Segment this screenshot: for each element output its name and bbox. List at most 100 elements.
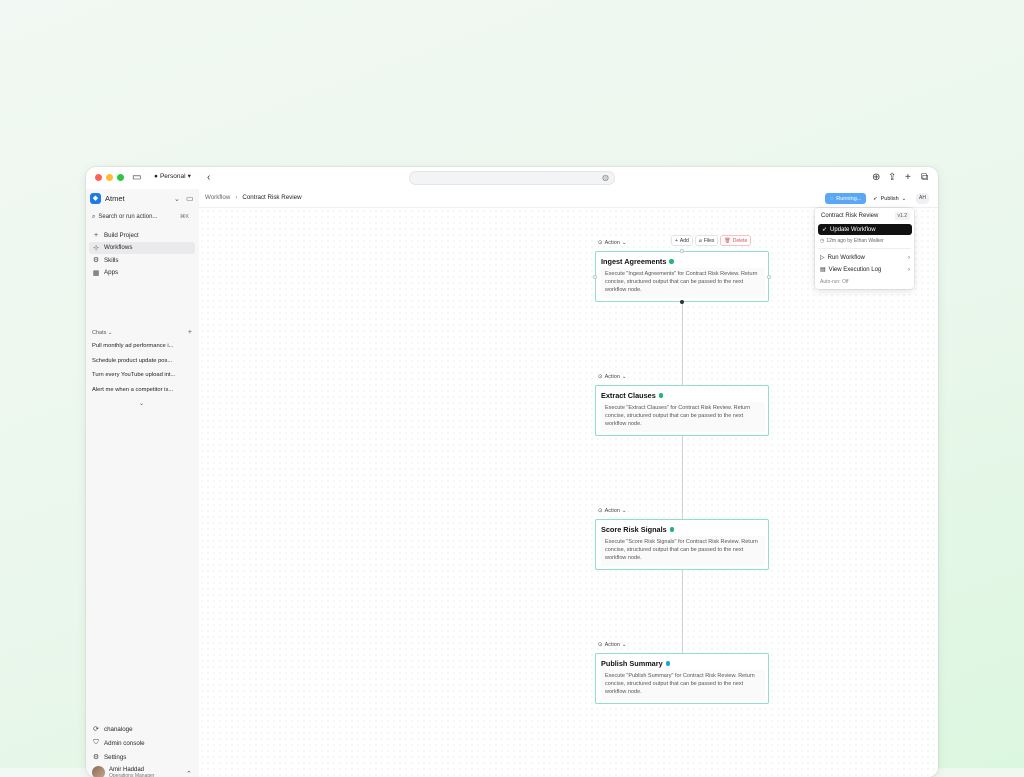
status-dot bbox=[659, 393, 664, 398]
profile-label: Personal bbox=[160, 173, 186, 180]
node-type-dropdown[interactable]: ⊙ Action ⌄ bbox=[598, 642, 627, 648]
chevron-up-icon[interactable]: ⌃ bbox=[186, 770, 192, 777]
show-more-chevron-icon[interactable]: ⌄ bbox=[139, 400, 144, 407]
new-chat-icon[interactable]: + bbox=[188, 329, 192, 336]
last-updated-meta: ◷ 12m ago by Ethan Walker bbox=[820, 238, 884, 244]
status-dot bbox=[666, 661, 671, 666]
chevron-down-icon: ⌄ bbox=[622, 642, 627, 648]
workflow-node-extract-clauses[interactable]: Extract Clauses Execute "Extract Clauses… bbox=[595, 385, 769, 436]
chat-list: Pull monthly ad performance i... Schedul… bbox=[92, 343, 192, 401]
plus-icon: + bbox=[92, 232, 100, 239]
node-title-text: Ingest Agreements bbox=[601, 257, 666, 266]
address-bar[interactable]: ◍ bbox=[409, 171, 615, 185]
apps-icon: ▦ bbox=[92, 269, 100, 277]
close-window-button[interactable] bbox=[95, 174, 102, 181]
node-output-handle[interactable] bbox=[680, 300, 684, 304]
workflow-canvas[interactable]: +Add ⌀Files 🗑Delete ⊙ Action ⌄ Ingest Ag… bbox=[199, 208, 938, 777]
sidebar-item-settings[interactable]: ⚙ Settings bbox=[89, 751, 195, 763]
sidebar: ◆ Atmet ⌄ ▭ ⌕ Search or run action... ⌘K… bbox=[86, 189, 200, 777]
node-type-dropdown[interactable]: ⊙ Action ⌄ bbox=[598, 374, 627, 380]
files-label: Files bbox=[704, 238, 715, 244]
workflow-edge bbox=[682, 570, 683, 654]
add-label: Add bbox=[680, 238, 689, 244]
app-window: ▭ ● Personal ▾ ‹ ◍ ⊕ ⇪ + ⧉ ◆ Atmet ⌄ ▭ ⌕… bbox=[86, 167, 938, 777]
breadcrumb-workflow[interactable]: Workflow bbox=[205, 194, 230, 201]
workflow-node-score-risk-signals[interactable]: Score Risk Signals Execute "Score Risk S… bbox=[595, 519, 769, 570]
sidebar-item-skills[interactable]: ⚙ Skills bbox=[89, 254, 195, 266]
view-execution-log-menu-item[interactable]: ▤ View Execution Log › bbox=[820, 266, 910, 273]
spinner-icon: ◌ bbox=[830, 196, 833, 202]
workflow-node-ingest-agreements[interactable]: Ingest Agreements Execute "Ingest Agreem… bbox=[595, 251, 769, 302]
view-execution-log-label: View Execution Log bbox=[829, 267, 882, 273]
action-icon: ⊙ bbox=[598, 374, 603, 380]
sidebar-item-chanaloge[interactable]: ⟳ chanaloge bbox=[89, 723, 195, 735]
action-icon: ⊙ bbox=[598, 240, 603, 246]
node-type-dropdown[interactable]: ⊙ Action ⌄ bbox=[598, 508, 627, 514]
run-workflow-menu-item[interactable]: ▷ Run Workflow › bbox=[820, 254, 910, 261]
running-status-button[interactable]: ◌ Running... bbox=[825, 193, 866, 204]
publish-button[interactable]: ➶ Publish ⌄ bbox=[873, 193, 906, 204]
chat-item[interactable]: Schedule product update pos... bbox=[92, 358, 192, 373]
sidebar-item-admin-console[interactable]: ⛉ Admin console bbox=[89, 737, 195, 749]
sidebar-item-label: Skills bbox=[104, 257, 118, 264]
workspace-switcher[interactable]: ◆ Atmet bbox=[90, 193, 125, 204]
divider bbox=[818, 248, 911, 249]
trash-icon: 🗑 bbox=[724, 238, 730, 244]
chat-item[interactable]: Turn every YouTube upload int... bbox=[92, 372, 192, 387]
sidebar-item-build-project[interactable]: + Build Project bbox=[89, 229, 195, 241]
node-type-label: Action bbox=[605, 240, 620, 246]
chats-section-header[interactable]: Chats ⌄ + bbox=[92, 330, 192, 336]
breadcrumb-current: Contract Risk Review bbox=[242, 194, 301, 201]
rocket-icon: ➶ bbox=[822, 226, 827, 233]
node-left-handle[interactable] bbox=[593, 275, 597, 279]
maximize-window-button[interactable] bbox=[117, 174, 124, 181]
node-type-dropdown[interactable]: ⊙ Action ⌄ bbox=[598, 240, 627, 246]
collapse-sidebar-icon[interactable]: ▭ bbox=[186, 194, 194, 203]
chat-item[interactable]: Alert me when a competitor is... bbox=[92, 387, 192, 402]
last-updated-text: 12m ago by Ethan Walker bbox=[826, 238, 883, 244]
node-toolbar: +Add ⌀Files 🗑Delete bbox=[671, 235, 751, 246]
share-icon[interactable]: ⇪ bbox=[888, 171, 896, 185]
sidebar-item-label: Settings bbox=[104, 754, 126, 761]
chevron-down-icon: ⌄ bbox=[108, 330, 113, 336]
sidebar-item-label: chanaloge bbox=[104, 726, 133, 733]
node-description: Execute "Extract Clauses" for Contract R… bbox=[601, 402, 765, 432]
chevron-down-icon[interactable]: ⌄ bbox=[174, 195, 180, 203]
chevron-down-icon: ▾ bbox=[188, 172, 191, 180]
tabs-overview-icon[interactable]: ⧉ bbox=[921, 171, 928, 185]
node-title: Extract Clauses bbox=[601, 391, 663, 400]
search-input[interactable]: ⌕ Search or run action... ⌘K bbox=[90, 211, 192, 223]
chat-item[interactable]: Pull monthly ad performance i... bbox=[92, 343, 192, 358]
chevron-down-icon: ⌄ bbox=[902, 196, 907, 202]
status-dot bbox=[669, 259, 674, 264]
sidebar-item-label: Admin console bbox=[104, 740, 145, 747]
new-tab-icon[interactable]: + bbox=[905, 171, 911, 185]
skills-icon: ⚙ bbox=[92, 256, 100, 264]
status-dot bbox=[670, 527, 675, 532]
update-workflow-button[interactable]: ➶ Update Workflow bbox=[818, 224, 912, 235]
files-button[interactable]: ⌀Files bbox=[695, 235, 719, 246]
node-right-handle[interactable] bbox=[767, 275, 771, 279]
update-workflow-label: Update Workflow bbox=[830, 227, 876, 233]
profile-switcher[interactable]: ● Personal ▾ bbox=[154, 172, 191, 180]
add-button[interactable]: +Add bbox=[671, 235, 693, 246]
node-input-handle[interactable] bbox=[680, 249, 684, 253]
sidebar-item-workflows[interactable]: ⊹ Workflows bbox=[89, 242, 195, 254]
minimize-window-button[interactable] bbox=[106, 174, 113, 181]
publish-label: Publish bbox=[881, 196, 899, 202]
delete-button[interactable]: 🗑Delete bbox=[720, 235, 751, 246]
workflow-node-publish-summary[interactable]: Publish Summary Execute "Publish Summary… bbox=[595, 653, 769, 704]
sidebar-item-apps[interactable]: ▦ Apps bbox=[89, 267, 195, 279]
auto-run-status: Auto-run: Off bbox=[820, 279, 849, 285]
brand-name: Atmet bbox=[105, 194, 125, 203]
node-title: Publish Summary bbox=[601, 659, 670, 668]
shield-icon: ◍ bbox=[602, 173, 609, 182]
search-placeholder: Search or run action... bbox=[98, 214, 157, 220]
node-title: Score Risk Signals bbox=[601, 525, 674, 534]
back-icon[interactable]: ‹ bbox=[207, 171, 210, 185]
sidebar-toggle-icon[interactable]: ▭ bbox=[132, 171, 141, 185]
user-initials-avatar[interactable]: AH bbox=[916, 193, 929, 204]
action-icon: ⊙ bbox=[598, 508, 603, 514]
breadcrumb: Workflow › Contract Risk Review bbox=[205, 194, 302, 201]
download-icon[interactable]: ⊕ bbox=[872, 171, 880, 185]
